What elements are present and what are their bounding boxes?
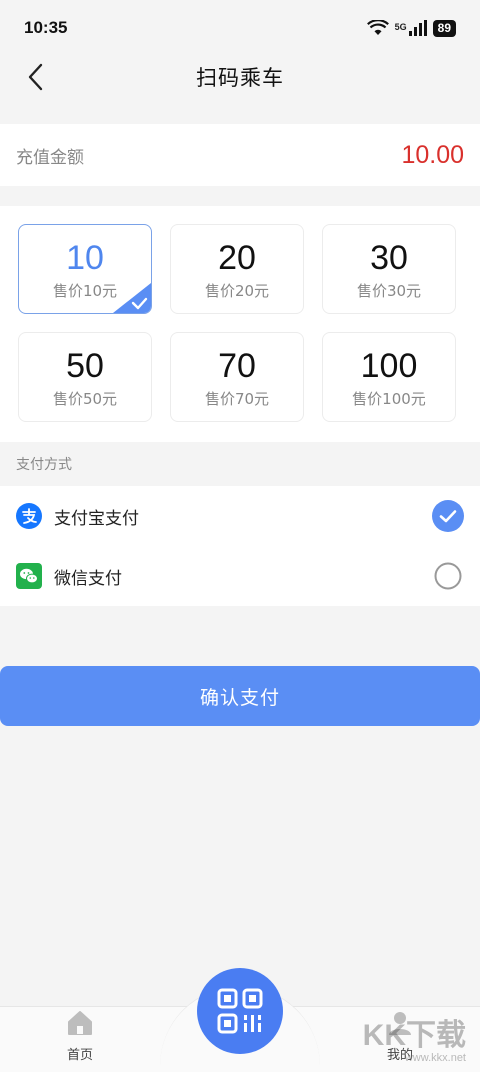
qr-code-icon xyxy=(217,988,263,1034)
recharge-options: 10 售价10元 20 售价20元 30 售价30元 50 售价50元 70 售… xyxy=(0,206,480,442)
tab-home[interactable]: 首页 xyxy=(40,1010,120,1063)
wechat-pay-label: 微信支付 xyxy=(54,568,122,589)
network-type: 5G xyxy=(394,21,407,32)
alipay-icon xyxy=(16,503,42,529)
option-price: 售价30元 xyxy=(356,282,422,300)
status-indicators: 5G 89 xyxy=(366,19,456,37)
payment-method-header: 支付方式 xyxy=(16,457,72,473)
option-value: 10 xyxy=(66,239,104,277)
back-button[interactable] xyxy=(20,60,50,94)
radio-unchecked-icon[interactable] xyxy=(432,560,464,592)
option-value: 20 xyxy=(218,239,256,277)
option-100[interactable]: 100 售价100元 xyxy=(322,332,456,422)
watermark: KK下载 www.kkx.net xyxy=(346,1010,466,1072)
amount-value: 10.00 xyxy=(401,140,464,169)
option-price: 售价70元 xyxy=(204,390,270,408)
alipay-label: 支付宝支付 xyxy=(54,508,139,529)
option-20[interactable]: 20 售价20元 xyxy=(170,224,304,314)
option-30[interactable]: 30 售价30元 xyxy=(322,224,456,314)
selected-check-icon xyxy=(113,283,151,313)
status-time: 10:35 xyxy=(24,18,68,37)
option-price: 售价20元 xyxy=(204,282,270,300)
option-value: 50 xyxy=(66,347,104,385)
home-icon xyxy=(68,1011,92,1035)
watermark-brand: KK下载 xyxy=(362,1019,466,1052)
option-value: 70 xyxy=(218,347,256,385)
wifi-icon xyxy=(366,20,389,35)
payment-alipay[interactable]: 支付宝支付 xyxy=(0,486,480,546)
nav-bar: 扫码乘车 xyxy=(0,56,480,98)
confirm-pay-button[interactable]: 确认支付 xyxy=(0,666,480,726)
option-70[interactable]: 70 售价70元 xyxy=(170,332,304,422)
radio-checked-icon[interactable] xyxy=(432,500,464,532)
payment-methods: 支付宝支付 微信支付 xyxy=(0,486,480,606)
battery-level: 89 xyxy=(432,19,456,37)
scan-qr-button[interactable] xyxy=(197,968,283,1054)
tab-home-label: 首页 xyxy=(66,1048,93,1063)
option-price: 售价100元 xyxy=(352,390,426,408)
payment-wechat[interactable]: 微信支付 xyxy=(0,546,480,606)
option-10[interactable]: 10 售价10元 xyxy=(18,224,152,314)
signal-icon xyxy=(408,20,427,36)
option-value: 30 xyxy=(370,239,408,277)
page-title: 扫码乘车 xyxy=(196,66,284,90)
status-bar: 10:35 5G 89 xyxy=(0,0,480,56)
amount-row: 充值金额 10.00 xyxy=(0,124,480,186)
option-value: 100 xyxy=(360,347,418,385)
amount-label: 充值金额 xyxy=(16,147,84,168)
option-50[interactable]: 50 售价50元 xyxy=(18,332,152,422)
wechat-pay-icon xyxy=(16,563,42,589)
option-price: 售价50元 xyxy=(52,390,118,408)
chevron-left-icon xyxy=(28,63,43,91)
